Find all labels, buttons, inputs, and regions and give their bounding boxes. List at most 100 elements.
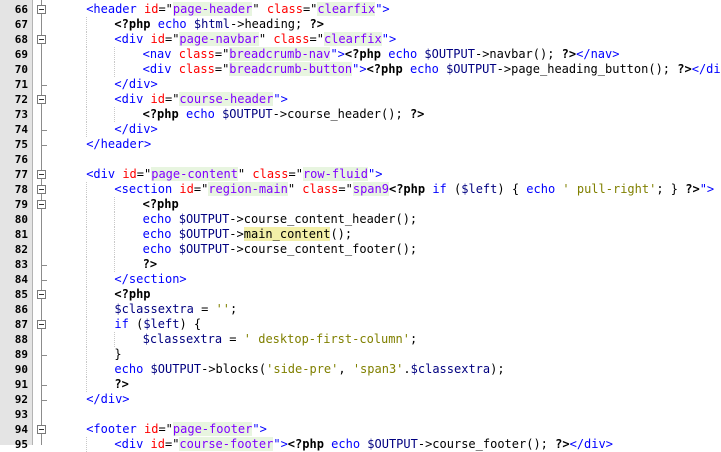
code-line[interactable]: 92 </div> [0, 392, 721, 407]
code-line[interactable]: 71 </div> [0, 77, 721, 92]
code-line[interactable]: 69 <nav class="breadcrumb-nav"><?php echo… [0, 47, 721, 62]
code-line[interactable]: 87 if ($left) { [0, 317, 721, 332]
code-token: '' [215, 302, 231, 316]
code-line[interactable]: 68 <div id="page-navbar" class="clearfix"… [0, 32, 721, 47]
indent-guide [114, 47, 116, 62]
code-text[interactable]: <?php [143, 197, 179, 212]
code-token: <div [86, 167, 123, 181]
line-number: 67 [14, 18, 28, 31]
code-text[interactable]: echo $OUTPUT->main_content(); [143, 227, 352, 242]
code-text[interactable]: echo $OUTPUT->course_content_header(); [143, 212, 418, 227]
code-text[interactable]: ?> [143, 257, 157, 272]
indent-guide [86, 287, 88, 302]
code-line[interactable]: 94 <footer id="page-footer"> [0, 422, 721, 437]
code-token: class [273, 32, 310, 46]
line-number: 66 [14, 3, 28, 16]
line-number: 84 [14, 273, 28, 286]
code-line[interactable]: 83 ?> [0, 257, 721, 272]
fold-toggle-icon[interactable] [37, 425, 46, 434]
code-line[interactable]: 85 <?php [0, 287, 721, 302]
code-token: ?> [409, 107, 425, 121]
code-text[interactable]: <footer id="page-footer"> [86, 422, 267, 437]
fold-end-marker [41, 392, 47, 401]
code-token: "> [699, 182, 715, 196]
fold-toggle-icon[interactable] [37, 185, 46, 194]
code-line[interactable]: 91 ?> [0, 377, 721, 392]
fold-toggle-icon[interactable] [37, 200, 46, 209]
code-text[interactable]: echo $OUTPUT->blocks('side-pre', 'span3'… [114, 362, 504, 377]
code-text[interactable]: <div id="course-header"> [114, 92, 288, 107]
indent-guide [86, 197, 88, 212]
indent-guide [86, 17, 88, 32]
code-line[interactable]: 79 <?php [0, 197, 721, 212]
fold-toggle-icon[interactable] [37, 290, 46, 299]
code-token: "> [273, 437, 288, 451]
indent-guide [86, 77, 88, 92]
fold-toggle-icon[interactable] [37, 95, 46, 104]
code-text[interactable]: </div> [114, 77, 157, 92]
code-token: span9 [352, 182, 389, 196]
fold-toggle-icon[interactable] [37, 5, 46, 14]
code-line[interactable]: 84 </section> [0, 272, 721, 287]
code-line[interactable]: 89} [0, 347, 721, 362]
code-line[interactable]: 82 echo $OUTPUT->course_content_footer(); [0, 242, 721, 257]
code-editor[interactable]: 66 <header id="page-header" class="clearf… [0, 0, 721, 452]
indent-guide [86, 107, 88, 122]
code-text[interactable]: $classextra = ''; [114, 302, 237, 317]
code-text[interactable]: <div id="page-content" class="row-fluid"… [86, 167, 382, 182]
fold-toggle-icon[interactable] [37, 320, 46, 329]
code-line[interactable]: 74 </div> [0, 122, 721, 137]
code-line[interactable]: 81 echo $OUTPUT->main_content(); [0, 227, 721, 242]
code-line[interactable]: 72 <div id="course-header"> [0, 92, 721, 107]
code-line[interactable]: 78 <section id="region-main" class="span9… [0, 182, 721, 197]
code-line[interactable]: 93 [0, 407, 721, 422]
code-line[interactable]: 73 <?php echo $OUTPUT->course_header(); ?… [0, 107, 721, 122]
code-text[interactable]: <?php [114, 287, 150, 302]
code-line[interactable]: 67 <?php echo $html->heading; ?> [0, 17, 721, 32]
code-text[interactable]: <div id="page-navbar" class="clearfix"> [114, 32, 396, 47]
code-line[interactable]: 76 [0, 152, 721, 167]
code-token: class [252, 167, 289, 181]
code-token: <?php [114, 287, 151, 301]
code-text[interactable]: <section id="region-main" class="span9<?… [114, 182, 714, 197]
code-line[interactable]: 77 <div id="page-content" class="row-flui… [0, 167, 721, 182]
code-line[interactable]: 88 $classextra = ' desktop-first-column'; [0, 332, 721, 347]
code-token: <?php [114, 17, 158, 31]
indent-guide [86, 242, 88, 257]
code-text[interactable]: </div> [114, 122, 157, 137]
code-text[interactable]: } [114, 347, 121, 362]
code-token: </div> [114, 122, 158, 136]
code-text[interactable]: </header> [86, 137, 151, 152]
code-line[interactable]: 80 echo $OUTPUT->course_content_header(); [0, 212, 721, 227]
indent-guide [86, 317, 88, 332]
code-text[interactable]: <div class="breadcrumb-button"><?php ech… [143, 62, 721, 77]
code-token: ->course_header(); [272, 107, 410, 121]
code-text[interactable]: <?php echo $html->heading; ?> [114, 17, 324, 32]
code-token: echo [331, 437, 368, 451]
code-token: region-main [208, 182, 288, 196]
code-text[interactable]: <?php echo $OUTPUT->course_header(); ?> [143, 107, 425, 122]
code-text[interactable]: <header id="page-header" class="clearfix… [86, 2, 390, 17]
code-text[interactable]: </section> [114, 272, 186, 287]
code-line[interactable]: 90 echo $OUTPUT->blocks('side-pre', 'span… [0, 362, 721, 377]
fold-end-marker [41, 122, 47, 131]
code-line[interactable]: 75 </header> [0, 137, 721, 152]
fold-end-marker [41, 377, 47, 386]
line-number: 76 [14, 153, 28, 166]
code-token: <?php [142, 197, 179, 211]
code-line[interactable]: 66 <header id="page-header" class="clearf… [0, 2, 721, 17]
code-text[interactable]: if ($left) { [114, 317, 201, 332]
code-text[interactable]: <nav class="breadcrumb-nav"><?php echo $… [143, 47, 619, 62]
fold-toggle-icon[interactable] [37, 170, 46, 179]
fold-toggle-icon[interactable] [37, 35, 46, 44]
code-line[interactable]: 70 <div class="breadcrumb-button"><?php e… [0, 62, 721, 77]
code-text[interactable]: </div> [86, 392, 129, 407]
code-token: " [287, 182, 303, 196]
indent-guide [114, 332, 116, 347]
code-text[interactable]: echo $OUTPUT->course_content_footer(); [143, 242, 418, 257]
code-line[interactable]: 86 $classextra = ''; [0, 302, 721, 317]
code-text[interactable]: $classextra = ' desktop-first-column'; [143, 332, 418, 347]
code-text[interactable]: ?> [114, 377, 128, 392]
indent-guide [114, 212, 116, 227]
code-token: if [114, 317, 137, 331]
